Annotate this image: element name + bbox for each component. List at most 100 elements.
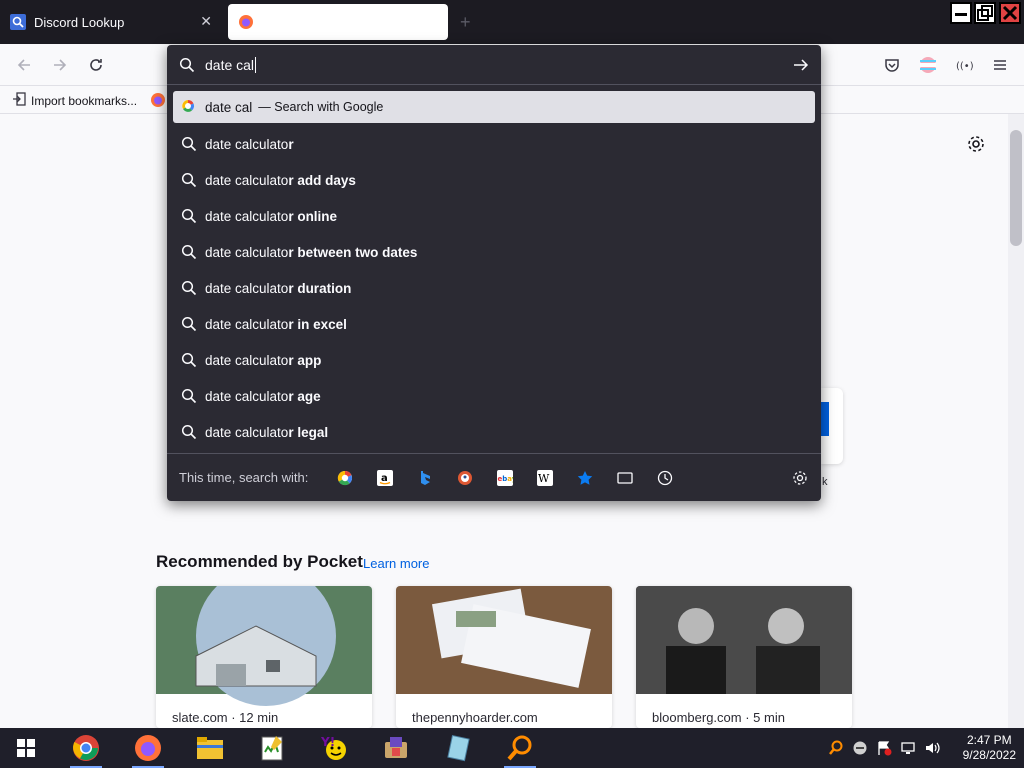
suggestion-row[interactable]: date calculato r app <box>173 344 815 376</box>
reload-icon[interactable] <box>86 55 106 75</box>
svg-text:ebay: ebay <box>498 475 514 483</box>
system-clock[interactable]: 2:47 PM 9/28/2022 <box>963 733 1016 763</box>
search-icon <box>181 424 197 440</box>
import-bookmarks-label: Import bookmarks... <box>31 93 138 108</box>
history-icon[interactable] <box>656 469 674 487</box>
volume-icon[interactable] <box>924 740 940 761</box>
status-tray-icon[interactable] <box>852 740 868 761</box>
search-settings-gear-icon[interactable] <box>791 469 809 487</box>
windows-start-icon[interactable] <box>8 732 44 764</box>
taskbar: Y! 2:47 PM 9/28/2022 <box>0 728 1024 768</box>
urlbar-dropdown: date cal date cal — Search with Google d… <box>167 45 821 501</box>
notebook-icon[interactable] <box>440 732 476 764</box>
search-tool-icon[interactable] <box>502 732 538 768</box>
pocket-card[interactable]: thepennyhoarder.com <box>396 586 612 728</box>
text-cursor <box>255 56 257 73</box>
clock-date: 9/28/2022 <box>962 748 1016 762</box>
wikipedia-icon[interactable]: W <box>536 469 554 487</box>
chrome-icon[interactable] <box>68 732 104 768</box>
urlbar-value: date cal <box>205 56 255 73</box>
pocket-card[interactable]: slate.com · 12 min <box>156 586 372 728</box>
gear-icon[interactable] <box>966 134 986 154</box>
search-icon <box>179 57 195 73</box>
suggestion-completion: r add days <box>288 172 356 188</box>
tabs-icon[interactable] <box>616 469 634 487</box>
envelopes-image <box>396 586 612 694</box>
urlbar-input[interactable]: date cal <box>167 45 821 85</box>
pocket-card[interactable]: bloomberg.com · 5 min <box>636 586 852 728</box>
suggestion-completion: r <box>288 136 294 152</box>
card-source: bloomberg.com · 5 min <box>652 710 785 725</box>
shortcut-tile[interactable] <box>821 388 843 464</box>
new-tab-icon[interactable]: + <box>460 12 471 33</box>
suggestion-row[interactable]: date calculato r age <box>173 380 815 412</box>
photo-image <box>636 586 852 694</box>
suggestion-row[interactable]: date calculato r online <box>173 200 815 232</box>
tab-new[interactable] <box>228 4 448 40</box>
firefox-icon[interactable] <box>130 732 166 768</box>
svg-text:a: a <box>381 473 388 484</box>
import-bookmarks-button[interactable]: Import bookmarks... <box>12 92 137 109</box>
card-source: slate.com · 12 min <box>172 710 279 725</box>
suggestion-row-google[interactable]: date cal — Search with Google <box>173 91 815 123</box>
suggestion-row[interactable]: date calculato r between two dates <box>173 236 815 268</box>
suggestion-completion: r in excel <box>288 316 347 332</box>
network-icon[interactable] <box>900 740 916 761</box>
suggestion-completion: r age <box>288 388 321 404</box>
suggestion-typed: date calculato <box>205 424 289 440</box>
search-icon <box>181 172 197 188</box>
bookmarks-icon[interactable] <box>576 469 594 487</box>
close-tab-icon[interactable]: ✕ <box>200 13 212 30</box>
bing-icon[interactable] <box>416 469 434 487</box>
firefox-bookmark-icon[interactable] <box>150 92 166 111</box>
pocket-icon[interactable] <box>882 55 902 75</box>
suggestion-typed: date calculato <box>205 352 289 368</box>
go-arrow-icon[interactable] <box>793 57 809 76</box>
google-icon[interactable] <box>336 469 354 487</box>
suggestion-row[interactable]: date calculato r legal <box>173 416 815 448</box>
suggestion-row[interactable]: date calculato r add days <box>173 164 815 196</box>
account-avatar-icon[interactable] <box>918 55 938 75</box>
action-center-flag-icon[interactable] <box>876 740 892 761</box>
search-icon <box>181 316 197 332</box>
learn-more-link[interactable]: Learn more <box>363 556 429 571</box>
file-explorer-icon[interactable] <box>192 732 228 764</box>
back-icon[interactable] <box>14 55 34 75</box>
search-favicon-icon <box>10 14 26 30</box>
minimize-icon[interactable] <box>950 2 972 24</box>
duckduckgo-icon[interactable] <box>456 469 474 487</box>
ebay-icon[interactable]: ebay <box>496 469 514 487</box>
suggestion-typed: date calculato <box>205 136 289 152</box>
tab-title: Discord Lookup <box>34 14 125 30</box>
one-off-search-bar: This time, search with: <box>167 453 821 501</box>
suggestion-row[interactable]: date calculato r in excel <box>173 308 815 340</box>
suggestion-completion: r online <box>288 208 338 224</box>
yahoo-messenger-icon[interactable]: Y! <box>316 732 352 764</box>
close-window-icon[interactable] <box>999 2 1021 24</box>
menu-icon[interactable] <box>990 55 1010 75</box>
forward-icon[interactable] <box>50 55 70 75</box>
suggestion-row[interactable]: date calculato r duration <box>173 272 815 304</box>
card-source: thepennyhoarder.com <box>412 710 538 725</box>
suggestion-typed: date calculato <box>205 208 289 224</box>
suggestion-text: date cal <box>205 99 253 115</box>
app-icon[interactable] <box>378 732 414 764</box>
search-icon <box>181 136 197 152</box>
restore-icon[interactable] <box>974 2 996 24</box>
suggestion-typed: date calculato <box>205 244 289 260</box>
import-icon <box>12 92 26 109</box>
suggestion-completion: r duration <box>288 280 352 296</box>
suggestion-typed: date calculato <box>205 280 289 296</box>
search-icon <box>181 244 197 260</box>
suggestion-completion: r app <box>288 352 322 368</box>
notepad-plus-icon[interactable] <box>254 732 290 764</box>
scrollbar-thumb[interactable] <box>1010 130 1022 246</box>
tab-strip: Discord Lookup ✕ + <box>0 0 1024 44</box>
tab-discord-lookup[interactable]: Discord Lookup ✕ <box>0 4 222 40</box>
extension-icon[interactable]: ((•)) <box>954 55 974 75</box>
suggestion-typed: date calculato <box>205 172 289 188</box>
search-icon <box>181 280 197 296</box>
search-tray-icon[interactable] <box>828 740 844 761</box>
amazon-icon[interactable]: a <box>376 469 394 487</box>
suggestion-row[interactable]: date calculato r <box>173 128 815 160</box>
